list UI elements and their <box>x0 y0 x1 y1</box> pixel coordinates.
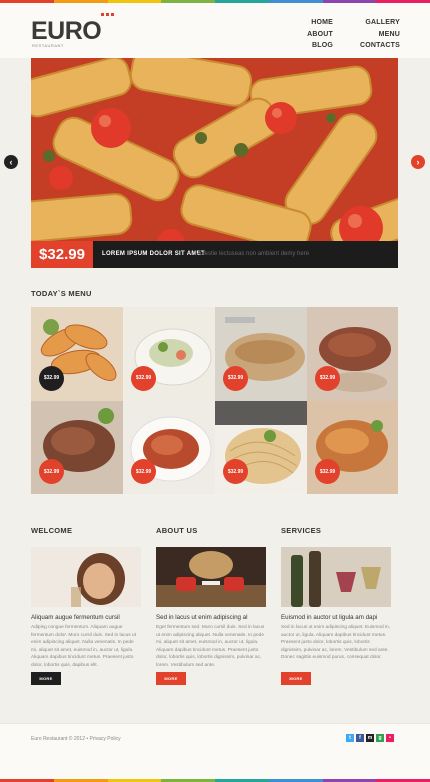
slide-price: $32.99 <box>31 241 93 268</box>
about-headline: Sed in lacus ut enim adipiscing al <box>156 614 248 621</box>
nav-link-gallery[interactable]: GALLERY <box>350 17 400 29</box>
logo-dots-icon <box>101 13 114 16</box>
flickr-icon[interactable]: • <box>386 734 394 742</box>
nav-link-contacts[interactable]: CONTACTS <box>350 40 400 52</box>
about-column: ABOUT US Sed in lacus ut enim adipiscing… <box>156 526 266 685</box>
menu-item-price: $32.99 <box>131 365 156 391</box>
chevron-right-icon: › <box>416 157 420 167</box>
copyright-text[interactable]: Euro Restaurant © 2012 • Privacy Policy <box>31 736 121 742</box>
welcome-image <box>31 547 141 607</box>
welcome-column: WELCOME Aliquam augue fermentum cursil A… <box>31 526 141 685</box>
myspace-icon[interactable]: m <box>366 734 374 742</box>
services-headline: Euismod in auctor ut ligula am dapi <box>281 614 378 621</box>
nav-link-about[interactable]: ABOUT <box>300 29 333 41</box>
services-text: Sed in lacus ut enim adipiscing aliquet.… <box>281 625 391 661</box>
services-image <box>281 547 391 607</box>
about-text: Eget fermentum sed. Muro cursil duis. Se… <box>156 625 265 668</box>
about-image <box>156 547 266 607</box>
menu-item-price: $32.99 <box>131 459 156 484</box>
menu-item[interactable]: $32.99 <box>307 307 399 401</box>
services-more-button[interactable]: MORE <box>281 672 311 685</box>
nav-link-menu[interactable]: MENU <box>350 29 400 41</box>
services-title: SERVICES <box>281 526 322 535</box>
welcome-title: WELCOME <box>31 526 73 535</box>
about-title: ABOUT US <box>156 526 198 535</box>
nav-link-blog[interactable]: BLOG <box>300 40 333 52</box>
menu-item-price: $32.99 <box>315 365 340 391</box>
menu-item-price: $32.99 <box>223 365 248 391</box>
menu-item[interactable]: $32.99 <box>31 307 123 401</box>
menu-item[interactable]: $32.99 <box>307 400 399 494</box>
welcome-more-button[interactable]: MORE <box>31 672 61 685</box>
slider-prev-button[interactable]: ‹ <box>4 155 18 169</box>
logo[interactable]: EURO <box>31 17 102 46</box>
menu-item[interactable]: $32.99 <box>31 400 123 494</box>
twitter-icon[interactable]: t <box>346 734 354 742</box>
hero-slider[interactable]: $32.99 LOREM IPSUM DOLOR SIT AMET Molest… <box>31 58 398 268</box>
menu-item-price: $32.99 <box>315 459 340 484</box>
menu-item[interactable]: $32.99 <box>215 400 307 494</box>
site-footer: Euro Restaurant © 2012 • Privacy Policy … <box>0 723 430 779</box>
pasta-image <box>31 58 398 268</box>
welcome-headline: Aliquam augue fermentum cursil <box>31 614 120 621</box>
menu-item-price: $32.99 <box>223 459 248 484</box>
slide-caption-bar: LOREM IPSUM DOLOR SIT AMET Molestie lect… <box>93 241 398 268</box>
menu-item[interactable]: $32.99 <box>123 307 215 401</box>
menu-grid: $32.99 $32.99 $32.99 $32.99 $32.99 $32.9… <box>31 307 398 494</box>
main-nav-right: GALLERY MENU CONTACTS <box>350 17 400 52</box>
slider-next-button[interactable]: › <box>411 155 425 169</box>
services-column: SERVICES Euismod in auctor ut ligula am … <box>281 526 391 685</box>
menu-item[interactable]: $32.99 <box>123 400 215 494</box>
menu-item[interactable]: $32.99 <box>215 307 307 401</box>
menu-item-price: $32.99 <box>39 459 64 484</box>
menu-section-title: TODAY`S MENU <box>31 289 92 298</box>
site-header: EURO RESTAURANT HOME ABOUT BLOG GALLERY … <box>0 3 430 58</box>
welcome-text: Adipisg congue fermentum. Aliquam augue … <box>31 625 137 668</box>
nav-link-home[interactable]: HOME <box>300 17 333 29</box>
main-nav-left: HOME ABOUT BLOG <box>300 17 333 52</box>
slide-caption-title: LOREM IPSUM DOLOR SIT AMET <box>102 251 205 257</box>
logo-tagline: RESTAURANT <box>32 43 64 48</box>
google-icon[interactable]: g <box>376 734 384 742</box>
facebook-icon[interactable]: f <box>356 734 364 742</box>
about-more-button[interactable]: MORE <box>156 672 186 685</box>
chevron-left-icon: ‹ <box>9 157 13 167</box>
slide-caption-subtitle: Molestie lectuseas non ambient demy here <box>195 251 310 257</box>
menu-item-price: $32.99 <box>39 365 64 391</box>
social-icons: t f m g • <box>346 734 394 742</box>
